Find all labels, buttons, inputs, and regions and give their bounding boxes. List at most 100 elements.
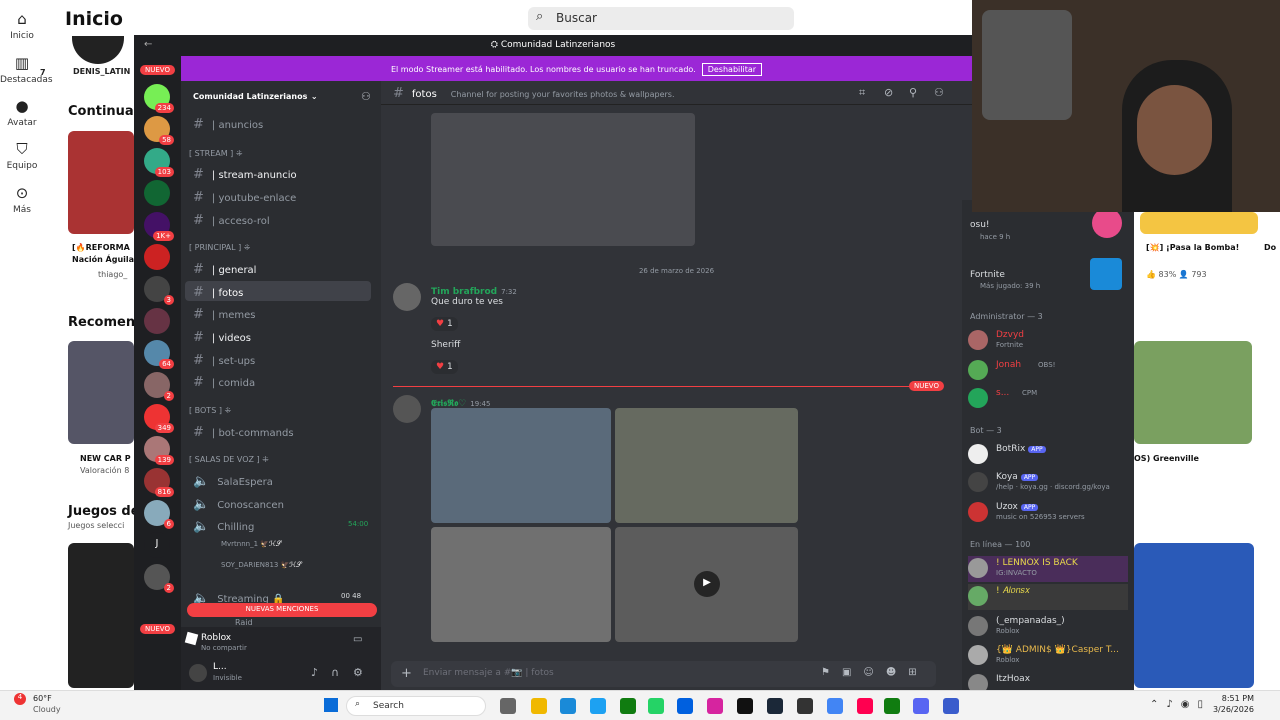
voice-channel-raid[interactable]: Raid (235, 618, 253, 627)
channel-fotos[interactable]: # | fotos (185, 281, 371, 301)
server-icon[interactable]: 103 (144, 148, 174, 177)
member-item[interactable]: (_empanadas_) Roblox (968, 614, 1128, 640)
photo-attachment[interactable] (615, 408, 798, 523)
server-icon[interactable]: 58 (144, 116, 174, 145)
new-mentions-bar[interactable]: NUEVAS MENCIONES (187, 603, 377, 617)
headphones-icon[interactable]: ∩ (331, 666, 339, 679)
voice-user[interactable]: Mvrtnnn_1 🦅ℋ𝒮 (221, 540, 281, 549)
members-icon[interactable]: ⚇ (934, 86, 944, 99)
channel-memes[interactable]: # | memes (185, 303, 371, 323)
photo-attachment[interactable] (431, 113, 695, 246)
server-icon[interactable] (144, 180, 170, 206)
app-icon[interactable] (797, 698, 813, 714)
edge-icon[interactable] (560, 698, 576, 714)
reaction-heart[interactable]: ♥ 1 (431, 317, 458, 331)
server-name[interactable]: Comunidad Latinzerianos ⌄ (193, 91, 318, 102)
photo-attachment[interactable] (431, 408, 611, 523)
member-item[interactable]: Uzox APP music on 526953 servers (968, 500, 1128, 526)
server-icon[interactable]: 139 (144, 436, 174, 465)
video-attachment[interactable]: ▶ (615, 527, 798, 642)
server-icon[interactable]: J (144, 532, 170, 558)
channel-set-ups[interactable]: # | set-ups (185, 349, 371, 369)
facebook-icon[interactable] (677, 698, 693, 714)
game-tile-newcar[interactable] (68, 341, 134, 444)
instagram-icon[interactable] (707, 698, 723, 714)
server-icon[interactable] (144, 308, 170, 334)
steam-icon[interactable] (767, 698, 783, 714)
channel-videos[interactable]: # | videos (185, 326, 371, 346)
member-item[interactable]: BotRix APP (968, 442, 1128, 468)
mic-icon[interactable]: ♪ (311, 666, 318, 679)
system-tray-icons[interactable]: ⌃♪◉▯ (1150, 699, 1211, 710)
voice-channel-conoscancen[interactable]: 🔈 Conoscancen (185, 493, 371, 513)
reaction-heart[interactable]: ♥ 1 (431, 360, 458, 374)
member-item[interactable]: ! 𝐴𝑙𝑜𝑛𝑠𝑥 (968, 584, 1128, 610)
server-icon[interactable]: 6 (144, 500, 174, 529)
windows-start-icon[interactable] (324, 698, 338, 712)
member-item[interactable]: s... CPM (968, 386, 1128, 412)
member-item[interactable]: {👑 ADMIN$ 👑}Casper T... Roblox (968, 643, 1128, 669)
photo-attachment[interactable] (431, 527, 611, 642)
channel-acceso-rol[interactable]: # | acceso-rol (185, 209, 371, 229)
game-tile-bomba[interactable] (1140, 212, 1258, 234)
discord-icon[interactable] (913, 698, 929, 714)
voice-user[interactable]: SOY_DARIEN813 🦅ℋ𝒮 (221, 561, 302, 570)
category-voice[interactable]: [ SALAS DE VOZ ] ⁜ (189, 455, 269, 464)
avatar[interactable] (393, 395, 421, 423)
channel-anuncios[interactable]: # | anuncios (185, 113, 371, 133)
avatar[interactable] (393, 283, 421, 311)
channel-general[interactable]: # | general (185, 258, 371, 278)
tiktok-icon[interactable] (857, 698, 873, 714)
category-principal[interactable]: [ PRINCIPAL ] ⁜ (189, 243, 251, 252)
voice-channel-chilling[interactable]: 🔈 Chilling (185, 515, 371, 535)
channel-youtube-enlace[interactable]: # | youtube-enlace (185, 186, 371, 206)
screen-share-icon[interactable]: ▭ (353, 634, 362, 645)
server-icon[interactable]: 349 (144, 404, 174, 433)
new-pill[interactable]: NUEVO (140, 65, 175, 75)
xbox-icon[interactable] (620, 698, 636, 714)
nav-home[interactable]: ⌂ Inicio (0, 10, 44, 41)
new-pill[interactable]: NUEVO (140, 624, 175, 634)
member-item[interactable]: Jonah OBS! (968, 358, 1128, 384)
channel-bot-commands[interactable]: # | bot-commands (185, 421, 371, 441)
disable-streamer-button[interactable]: Deshabilitar (701, 63, 763, 76)
taskbar-search[interactable]: ⌕ Search (346, 696, 486, 716)
composer-tools[interactable]: ⚑▣☺☻⊞ (821, 667, 929, 678)
server-icon[interactable]: 234 (144, 84, 174, 113)
server-icon[interactable]: 816 (144, 468, 174, 497)
voice-channel-salaespera[interactable]: 🔈 SalaEspera (185, 470, 371, 490)
game-tile[interactable] (68, 543, 134, 688)
server-icon[interactable]: 3 (144, 276, 174, 305)
pin-icon[interactable]: ⚲ (909, 86, 917, 99)
play-icon[interactable]: ▶ (694, 571, 720, 597)
task-view-icon[interactable] (500, 698, 516, 714)
server-icon[interactable]: 2 (144, 372, 174, 401)
mute-icon[interactable]: ⊘ (884, 86, 893, 99)
channel-stream-anuncio[interactable]: # | stream-anuncio (185, 163, 371, 183)
category-stream[interactable]: [ STREAM ] ⁜ (189, 149, 243, 158)
server-icon[interactable]: 1K+ (144, 212, 174, 241)
nav-more[interactable]: ⊙ Más (0, 184, 44, 215)
nav-avatar[interactable]: ● Avatar (0, 97, 44, 128)
game-tile-greenville[interactable] (1134, 341, 1252, 444)
threads-icon[interactable]: ⌗ (859, 86, 865, 100)
nav-inventory[interactable]: ⛉ Equipo (0, 140, 44, 171)
weather-temp[interactable]: 60°F (33, 694, 52, 703)
file-explorer-icon[interactable] (531, 698, 547, 714)
add-member-icon[interactable]: ⚇ (361, 90, 371, 103)
server-icon[interactable] (144, 244, 170, 270)
add-attachment-icon[interactable]: + (401, 666, 412, 681)
member-item[interactable]: ! LENNOX IS BACK IG:INVACTO (968, 556, 1128, 582)
member-item[interactable]: Dzvyd Fortnite (968, 328, 1128, 354)
avatar[interactable] (189, 664, 207, 682)
settings-gear-icon[interactable]: ⚙ (353, 666, 363, 679)
category-bots[interactable]: [ BOTS ] ⁜ (189, 406, 231, 415)
tiktok-icon[interactable] (737, 698, 753, 714)
server-icon[interactable]: 64 (144, 340, 174, 369)
back-arrow-icon[interactable]: ← (144, 39, 152, 50)
nav-charts[interactable]: ▥ Destacadas (0, 54, 53, 85)
server-icon[interactable]: 2 (144, 564, 174, 593)
member-item[interactable]: Koya APP/help · koya.gg · discord.gg/koya (968, 470, 1128, 496)
game-tile-reformas[interactable] (68, 131, 134, 234)
friend-avatar[interactable] (72, 36, 124, 64)
